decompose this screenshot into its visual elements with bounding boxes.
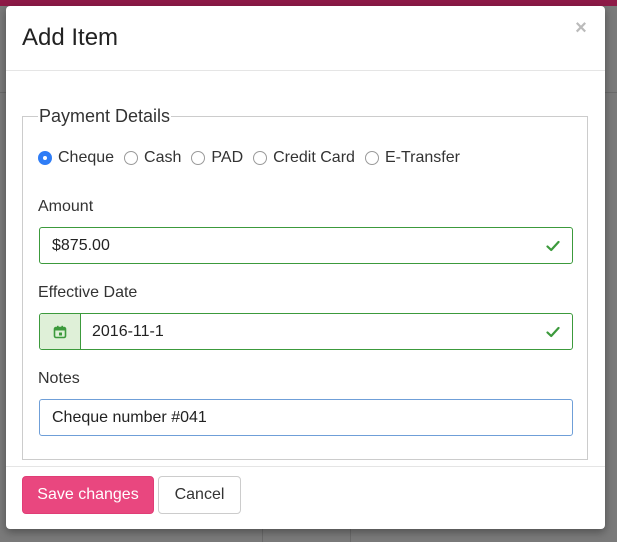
calendar-icon [53, 325, 67, 339]
save-changes-button[interactable]: Save changes [22, 476, 154, 514]
amount-value: $875.00 [52, 237, 110, 254]
effective-date-label: Effective Date [38, 284, 138, 301]
radio-button-cash[interactable] [124, 151, 139, 165]
amount-field[interactable]: $875.00 [39, 227, 573, 264]
notes-value: Cheque number #041 [52, 409, 207, 426]
radio-button-credit-card[interactable] [253, 151, 268, 165]
radio-option-pad[interactable]: PAD [191, 149, 243, 167]
checkmark-icon [546, 326, 560, 338]
radio-option-cash[interactable]: Cash [124, 149, 181, 167]
cancel-button[interactable]: Cancel [158, 476, 241, 514]
radio-button-cheque[interactable] [38, 151, 52, 165]
radio-label-pad: PAD [211, 149, 244, 166]
fieldset-legend: Payment Details [38, 105, 172, 127]
amount-label: Amount [38, 198, 94, 215]
radio-option-e-transfer[interactable]: E-Transfer [364, 149, 460, 167]
notes-field[interactable]: Cheque number #041 [39, 399, 573, 436]
radio-label-e-transfer: E-Transfer [384, 149, 460, 166]
radio-option-cheque[interactable]: Cheque [38, 149, 114, 167]
footer-divider [6, 466, 605, 467]
date-picker-addon[interactable] [40, 314, 81, 349]
radio-button-pad[interactable] [191, 151, 206, 165]
radio-button-e-transfer[interactable] [364, 151, 379, 165]
notes-label: Notes [38, 370, 80, 387]
effective-date-value: 2016-11-1 [92, 323, 164, 340]
radio-label-cash: Cash [144, 149, 182, 166]
add-item-modal: Add Item × Payment Details Cheque Cash P… [6, 6, 605, 529]
payment-method-radio-group: Cheque Cash PAD Credit Card E-Transfer [38, 149, 470, 167]
modal-header: Add Item × [6, 6, 605, 71]
checkmark-icon [546, 240, 560, 252]
radio-label-cheque: Cheque [58, 149, 115, 166]
radio-option-credit-card[interactable]: Credit Card [253, 149, 355, 167]
modal-title: Add Item [22, 24, 119, 51]
close-icon[interactable]: × [573, 18, 589, 38]
radio-label-credit-card: Credit Card [273, 149, 355, 166]
effective-date-field[interactable]: 2016-11-1 [39, 313, 573, 350]
